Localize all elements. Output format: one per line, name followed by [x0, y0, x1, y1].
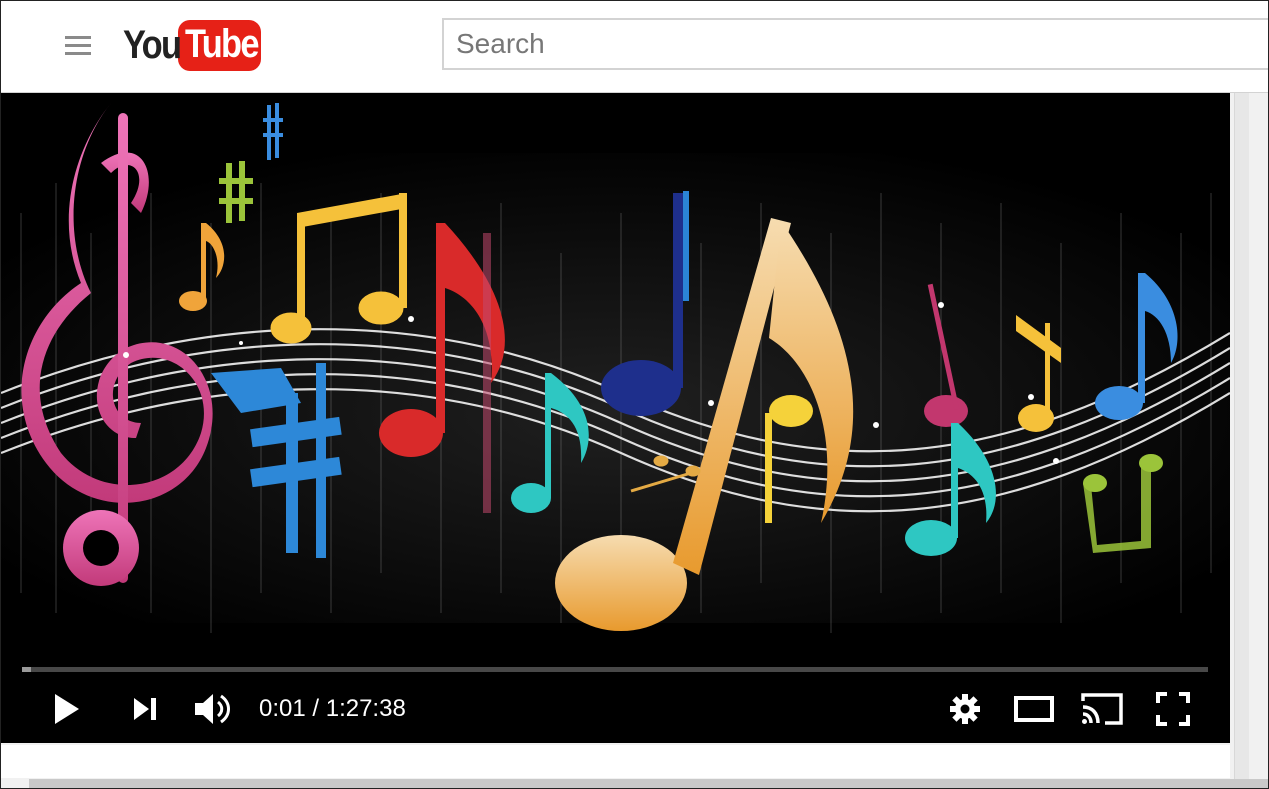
theater-mode-icon[interactable]	[1013, 683, 1057, 735]
search-input[interactable]	[442, 18, 1268, 70]
masthead: You Tube	[1, 1, 1268, 93]
next-icon[interactable]	[132, 683, 162, 735]
progress-bar[interactable]	[22, 667, 1208, 672]
video-player[interactable]: 0:01 / 1:27:38	[1, 93, 1230, 743]
gear-icon[interactable]	[948, 683, 984, 735]
hamburger-icon[interactable]	[65, 36, 91, 56]
logo-you-text: You	[123, 22, 182, 67]
volume-icon[interactable]	[193, 683, 233, 735]
progress-played	[22, 667, 32, 672]
logo-tube-text: Tube	[185, 21, 259, 66]
video-frame-music-notes	[1, 93, 1230, 743]
browser-frame: You Tube Search 0:01 / 1:27:38	[0, 0, 1269, 789]
time-display: 0:01 / 1:27:38	[259, 695, 406, 722]
horizontal-scrollbar[interactable]	[29, 779, 1268, 788]
logo-tube-badge: Tube	[178, 19, 261, 71]
youtube-logo[interactable]: You Tube	[123, 17, 261, 73]
play-icon[interactable]	[53, 683, 83, 735]
fullscreen-icon[interactable]	[1156, 683, 1192, 735]
vertical-scrollbar[interactable]	[1234, 93, 1249, 779]
player-controls: 0:01 / 1:27:38	[1, 683, 1230, 735]
cast-icon[interactable]	[1081, 683, 1127, 735]
below-player-card	[1, 745, 1230, 778]
